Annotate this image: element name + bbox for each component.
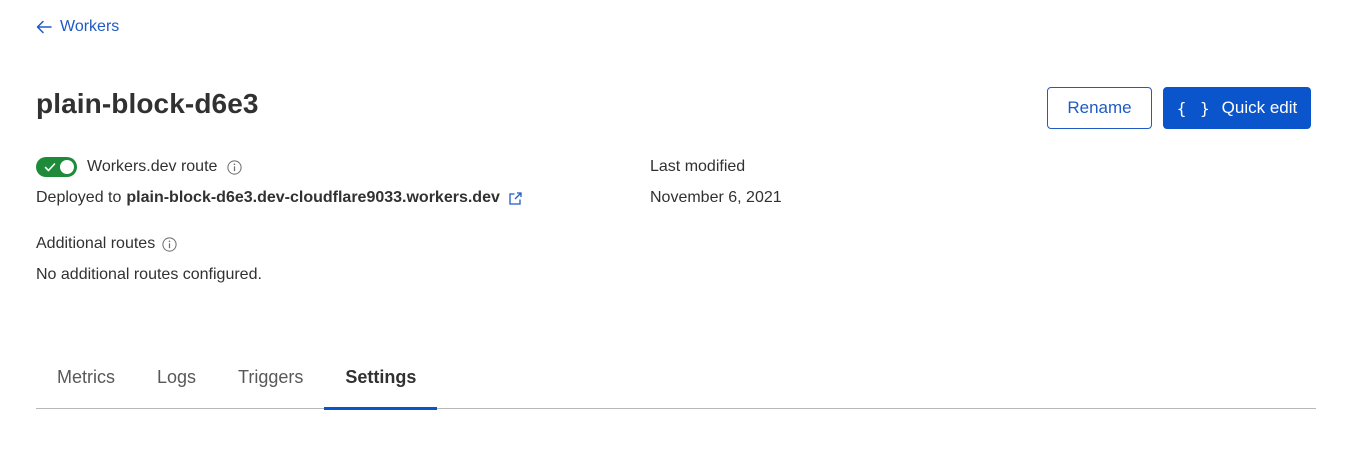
header-actions: Rename { } Quick edit	[1047, 87, 1311, 129]
toggle-knob	[60, 160, 74, 174]
back-link-label: Workers	[60, 18, 120, 35]
check-icon	[44, 163, 56, 172]
deployed-prefix: Deployed to	[36, 189, 122, 206]
page-title: plain-block-d6e3	[36, 88, 259, 119]
quick-edit-button[interactable]: { } Quick edit	[1163, 87, 1311, 129]
deployed-to-row: Deployed to plain-block-d6e3.dev-cloudfl…	[36, 189, 523, 207]
deployed-domain: plain-block-d6e3.dev-cloudflare9033.work…	[126, 189, 500, 206]
worker-tabs: Metrics Logs Triggers Settings	[36, 353, 1316, 410]
workers-dev-route-label: Workers.dev route	[87, 158, 218, 175]
last-modified-value: November 6, 2021	[650, 189, 782, 206]
workers-dev-route-row: Workers.dev route	[36, 157, 243, 177]
last-modified-label: Last modified	[650, 158, 746, 175]
additional-routes-value: No additional routes configured.	[36, 266, 262, 283]
info-icon[interactable]	[162, 236, 177, 252]
external-link-icon[interactable]	[508, 191, 523, 206]
additional-routes-label: Additional routes	[36, 235, 156, 252]
tab-metrics[interactable]: Metrics	[36, 353, 136, 409]
info-icon[interactable]	[227, 159, 243, 175]
rename-button[interactable]: Rename	[1047, 87, 1152, 129]
back-to-workers-link[interactable]: Workers	[36, 18, 119, 36]
arrow-left-icon	[36, 20, 52, 34]
additional-routes-label-row: Additional routes	[36, 235, 177, 253]
tab-triggers[interactable]: Triggers	[217, 353, 324, 409]
workers-dev-route-toggle[interactable]	[36, 157, 77, 177]
quick-edit-label: Quick edit	[1221, 98, 1298, 117]
tab-logs[interactable]: Logs	[136, 353, 217, 409]
worker-detail-page: Workers plain-block-d6e3 Rename { } Quic…	[0, 0, 1359, 454]
braces-icon: { }	[1176, 98, 1212, 118]
tab-settings[interactable]: Settings	[324, 353, 438, 410]
